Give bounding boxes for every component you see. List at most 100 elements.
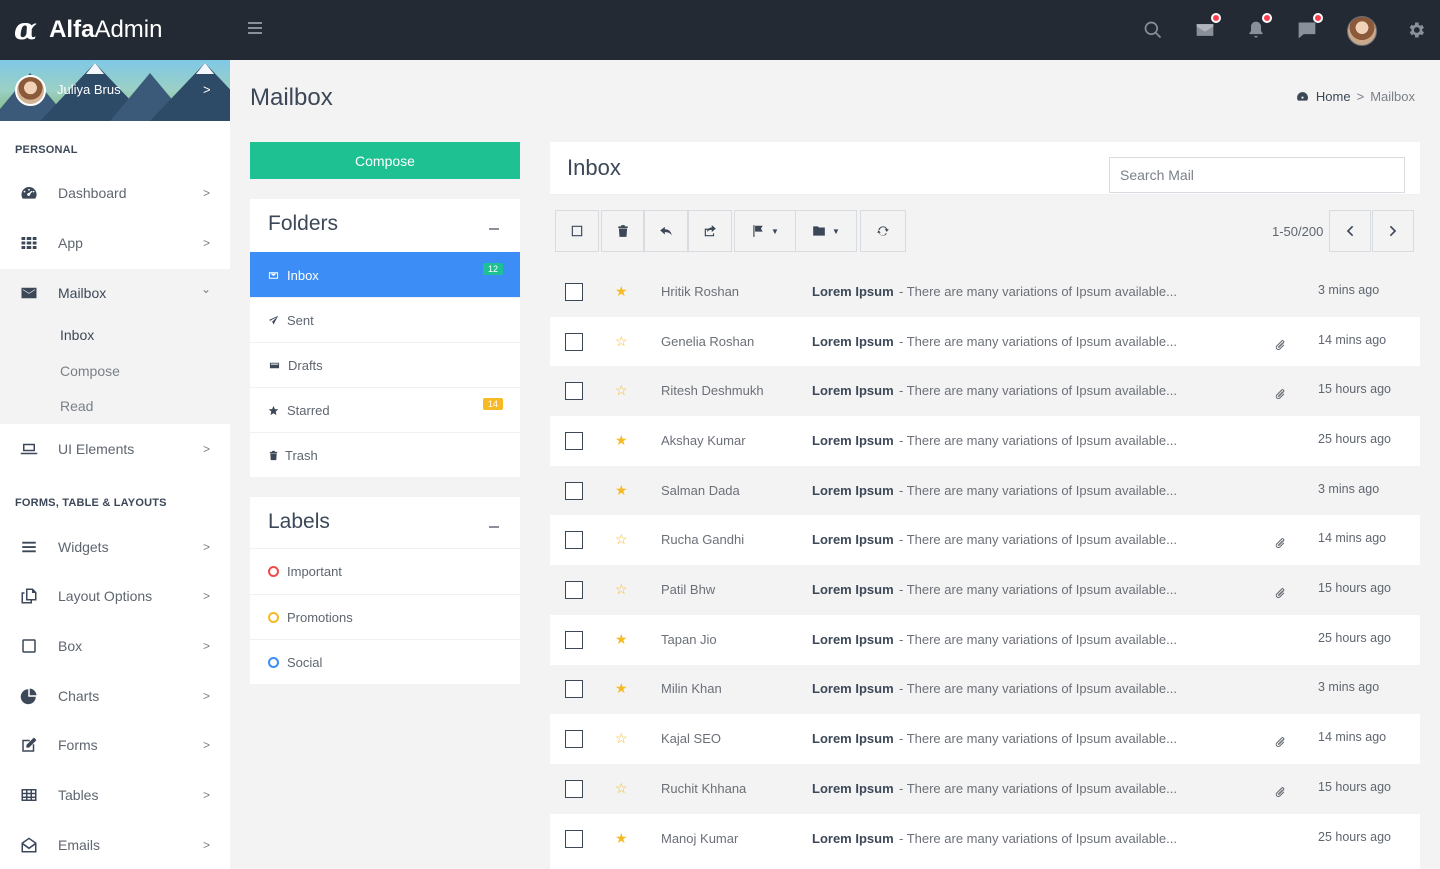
star-outline-icon[interactable]: ☆ [615, 532, 628, 546]
compose-button[interactable]: Compose [250, 142, 520, 179]
mail-time: 15 hours ago [1318, 581, 1391, 596]
star-filled-icon[interactable]: ★ [615, 284, 628, 298]
label-item-promotions[interactable]: Promotions [250, 594, 520, 639]
star-outline-icon[interactable]: ☆ [615, 334, 628, 348]
folder-item-sent[interactable]: Sent [250, 297, 520, 342]
mail-row[interactable]: ★ Salman Dada Lorem Ipsum - There are many … [550, 465, 1420, 516]
move-folder-dropdown-button[interactable]: ▼ [795, 210, 857, 252]
sidebar-item-dashboard[interactable]: Dashboard > [0, 168, 230, 218]
paperclip-icon [1274, 785, 1286, 797]
mail-row[interactable]: ☆ Ritesh Deshmukh Lorem Ipsum - There are m… [550, 366, 1420, 417]
star-filled-icon[interactable]: ★ [615, 831, 628, 845]
chat-icon[interactable] [1295, 13, 1323, 42]
sidebar-item-label: Widgets [58, 539, 109, 555]
mail-row[interactable]: ☆ Ruchit Khhana Lorem Ipsum - There are man… [550, 764, 1420, 814]
sidebar-item-widgets[interactable]: Widgets > [0, 522, 230, 572]
star-outline-icon[interactable]: ☆ [615, 781, 628, 795]
bell-icon[interactable] [1244, 13, 1272, 42]
collapse-minus-icon[interactable] [489, 228, 499, 230]
blue-circle-icon [268, 656, 279, 668]
mail-checkbox[interactable] [565, 581, 583, 600]
sidebar-item-forms[interactable]: Forms > [0, 720, 230, 770]
star-filled-icon[interactable]: ★ [615, 433, 628, 447]
reply-button[interactable] [644, 210, 688, 252]
folder-item-starred[interactable]: Starred 14 [250, 387, 520, 432]
mail-row[interactable]: ☆ Rucha Gandhi Lorem Ipsum - There are many… [550, 516, 1420, 566]
mail-subject: Lorem Ipsum [812, 432, 894, 448]
sidebar-item-ui-elements[interactable]: UI Elements > [0, 424, 230, 474]
mail-row[interactable]: ☆ Kajal SEO Lorem Ipsum - There are many va… [550, 714, 1420, 764]
folder-item-trash[interactable]: Trash [250, 432, 520, 477]
mail-row[interactable]: ★ Manoj Kumar Lorem Ipsum - There are many … [550, 814, 1420, 864]
mail-checkbox[interactable] [565, 382, 583, 401]
mail-checkbox[interactable] [565, 282, 583, 301]
chevron-right-icon: > [203, 589, 211, 603]
folder-item-inbox[interactable]: Inbox 12 [250, 252, 520, 297]
mail-row[interactable]: ☆ Patil Bhw Lorem Ipsum - There are many va… [550, 565, 1420, 615]
collapse-minus-icon[interactable] [489, 526, 499, 528]
copy-icon [19, 586, 39, 606]
yellow-circle-icon [268, 611, 279, 623]
folder-label: Inbox [287, 267, 319, 283]
mail-checkbox[interactable] [565, 531, 583, 550]
sidebar-item-charts[interactable]: Charts > [0, 671, 230, 721]
forward-button[interactable] [688, 210, 732, 252]
star-outline-icon[interactable]: ☆ [615, 582, 628, 596]
star-filled-icon[interactable]: ★ [615, 632, 628, 646]
folders-title: Folders [268, 212, 339, 235]
sidebar-item-box[interactable]: Box > [0, 621, 230, 671]
mail-row[interactable]: ★ Akshay Kumar Lorem Ipsum - There are many… [550, 416, 1420, 466]
sidebar-item-tables[interactable]: Tables > [0, 770, 230, 820]
mail-row[interactable]: ★ Milin Khan Lorem Ipsum - There are many v… [550, 664, 1420, 715]
sidebar-item-layout-options[interactable]: Layout Options > [0, 571, 230, 621]
mail-checkbox[interactable] [565, 829, 583, 848]
mail-row[interactable]: ☆ Genelia Roshan Lorem Ipsum - There are ma… [550, 317, 1420, 367]
previous-page-button[interactable] [1329, 210, 1371, 252]
mail-checkbox[interactable] [565, 680, 583, 699]
folder-item-drafts[interactable]: Drafts [250, 342, 520, 387]
mail-row[interactable]: ★ Hritik Roshan Lorem Ipsum - There are man… [550, 267, 1420, 317]
sidebar-item-mailbox[interactable]: Mailbox ⌄ [0, 268, 230, 318]
mail-icon[interactable] [1193, 13, 1221, 42]
mail-row[interactable]: ★ Tapan Jio Lorem Ipsum - There are many va… [550, 615, 1420, 665]
refresh-button[interactable] [860, 210, 906, 252]
drafts-icon [267, 359, 281, 371]
star-filled-icon[interactable]: ★ [615, 681, 628, 695]
label-item-social[interactable]: Social [250, 639, 520, 684]
mail-time: 25 hours ago [1318, 630, 1391, 645]
user-panel[interactable]: Juliya Brus > [0, 60, 230, 121]
inbox-panel: Inbox ▼ ▼ 1-50/200 ★ Hritik Roshan Lorem I… [550, 142, 1420, 869]
avatar[interactable] [1347, 16, 1377, 46]
mail-subject: Lorem Ipsum [812, 482, 894, 498]
flag-dropdown-button[interactable]: ▼ [734, 210, 796, 252]
search-mail-input[interactable] [1109, 157, 1405, 193]
breadcrumb-home-link[interactable]: Home [1316, 89, 1351, 104]
star-outline-icon[interactable]: ☆ [615, 731, 628, 745]
mail-checkbox[interactable] [565, 630, 583, 649]
sidebar-subitem-inbox[interactable]: Inbox [60, 327, 94, 343]
paperclip-icon [1274, 586, 1286, 599]
settings-icon[interactable] [1404, 18, 1428, 42]
sidebar-subitem-read[interactable]: Read [60, 398, 93, 414]
brand-logo[interactable]: α Alfa Admin [0, 0, 230, 60]
label-item-important[interactable]: Important [250, 548, 520, 593]
paperclip-icon [1274, 735, 1286, 748]
sidebar-item-emails[interactable]: Emails > [0, 820, 230, 869]
search-icon[interactable] [1141, 18, 1165, 42]
sidebar-subitem-compose[interactable]: Compose [60, 363, 120, 379]
mail-checkbox[interactable] [565, 332, 583, 351]
mail-checkbox[interactable] [565, 431, 583, 450]
sidebar-item-label: Mailbox [58, 285, 107, 301]
mail-checkbox[interactable] [565, 779, 583, 798]
sidebar-item-app[interactable]: App > [0, 218, 230, 268]
delete-button[interactable] [601, 210, 644, 252]
menu-toggle-icon[interactable] [248, 22, 262, 38]
star-filled-icon[interactable]: ★ [615, 483, 628, 497]
mail-sender: Rucha Gandhi [661, 532, 745, 548]
mail-checkbox[interactable] [565, 730, 583, 749]
star-outline-icon[interactable]: ☆ [615, 383, 628, 397]
mail-subject: Lorem Ipsum [812, 731, 894, 747]
next-page-button[interactable] [1372, 210, 1414, 252]
mail-checkbox[interactable] [565, 481, 583, 500]
select-all-button[interactable] [555, 210, 599, 252]
